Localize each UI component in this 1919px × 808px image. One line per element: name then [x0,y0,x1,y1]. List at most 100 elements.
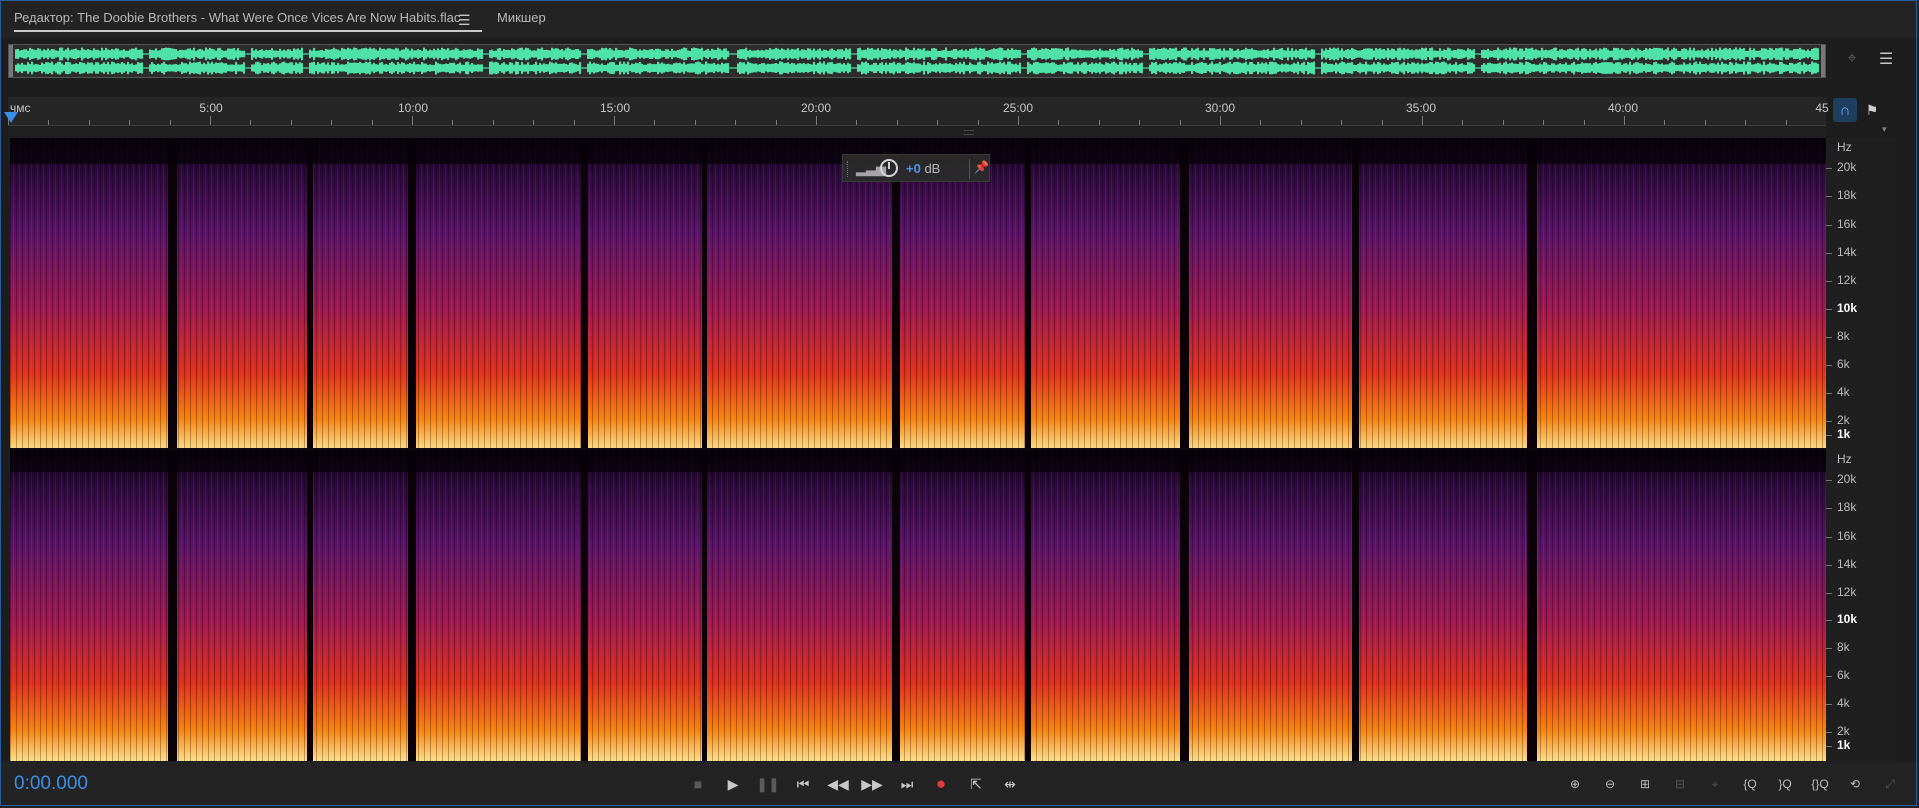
loop-icon[interactable]: ⇱ [962,772,990,796]
waveform-sample [1547,64,1549,72]
waveform-sample [1019,49,1021,59]
waveform-sample [1063,62,1065,75]
chevron-down-icon[interactable]: ▾ [1882,124,1887,135]
waveform-sample [227,64,229,72]
waveform-sample [1175,47,1177,61]
waveform-sample [1315,53,1317,55]
waveform-sample [105,47,107,61]
zoom-full-icon[interactable]: ⌖ [1700,772,1730,796]
waveform-sample [767,49,769,59]
waveform-sample [1573,61,1575,75]
waveform-sample [217,63,219,73]
zoom-out-amplitude-icon[interactable]: ⊖ [1595,772,1625,796]
spectrogram-left-channel[interactable] [10,138,1826,450]
zoom-out-time-icon[interactable]: ⊟ [1665,772,1695,796]
panel-menu-icon[interactable]: ☰ [458,12,471,29]
waveform-sample [1599,63,1601,73]
reset-zoom-icon[interactable]: ⟲ [1840,772,1870,796]
waveform-sample [1083,62,1085,74]
volume-knob-icon[interactable] [880,159,898,177]
zoom-full-out-icon[interactable]: ⤢ [1875,772,1905,796]
tab-mixer[interactable]: Микшер [497,10,546,25]
stop-icon[interactable]: ■ [684,772,712,796]
hud-db-readout[interactable]: +0 dB [906,161,940,176]
ruler-tick [129,120,130,125]
pause-icon[interactable]: ❚❚ [754,772,782,796]
track-list-icon[interactable]: ☰ [1875,48,1897,70]
waveform-sample [1441,50,1443,58]
zoom-in-time-icon[interactable]: ⊞ [1630,772,1660,796]
waveform-sample [183,50,185,58]
hz-label: 12k [1837,273,1857,287]
waveform-sample [1125,49,1127,59]
pin-icon[interactable]: 📌 [974,160,989,174]
waveform-sample [1719,47,1721,61]
go-to-start-icon[interactable]: ⏮ [789,772,817,796]
snap-icon[interactable]: ∩ [1833,98,1857,122]
waveform-sample [1597,50,1599,58]
waveform-sample [1813,62,1815,74]
zoom-to-selection-icon[interactable]: ⌖ [1841,48,1863,70]
waveform-sample [161,48,163,60]
waveform-sample [779,49,781,59]
waveform-sample [1435,61,1437,75]
waveform-sample [491,49,493,59]
waveform-sample [425,49,427,59]
waveform-sample [363,48,365,60]
fast-forward-icon[interactable]: ▶▶ [858,772,886,796]
waveform-sample [687,50,689,58]
waveform-sample [1765,48,1767,60]
waveform-sample [1009,61,1011,75]
waveform-sample [513,49,515,59]
play-icon[interactable]: ▶ [719,772,747,796]
go-to-end-icon[interactable]: ⏭ [893,772,921,796]
record-icon[interactable]: ● [927,772,955,796]
waveform-sample [323,62,325,74]
waveform-sample [1505,61,1507,75]
waveform-sample [535,50,537,58]
spectrogram-right-channel[interactable] [10,450,1826,761]
frequency-scale-right[interactable]: Hz 20k 18k 16k 14k 12k 10k 8k 6k 4k 2k 1k [1826,450,1896,761]
zoom-out-selection-icon[interactable]: }Q [1770,772,1800,796]
waveform-sample [1109,48,1111,59]
waveform-sample [1357,50,1359,58]
waveform-sample [159,64,161,72]
rewind-icon[interactable]: ◀◀ [824,772,852,796]
frequency-scale-left[interactable]: Hz 20k 18k 16k 14k 12k 10k 8k 6k 4k 2k 1k [1826,138,1896,450]
hud-grip[interactable] [847,161,851,177]
waveform-sample [257,61,259,75]
waveform-sample [317,62,319,74]
waveform-sample [1723,63,1725,73]
waveform-sample [1619,62,1621,74]
waveform-sample [1115,50,1117,58]
playhead-marker[interactable] [4,112,18,123]
waveform-sample [767,63,769,73]
waveform-sample [37,64,39,72]
marker-icon[interactable]: ⚑ [1860,98,1884,122]
vertical-zoom-strip[interactable]: ::::::: [8,126,1826,137]
waveform-sample [1335,62,1337,74]
waveform-sample [967,50,969,58]
waveform-sample [1137,64,1139,72]
zoom-in-selection-icon[interactable]: {Q [1735,772,1765,796]
tab-editor[interactable]: Редактор: The Doobie Brothers - What Wer… [14,10,483,32]
hz-label: 16k [1837,528,1857,543]
waveform-sample [1117,64,1119,72]
zoom-to-selection-icon[interactable]: {}Q [1805,772,1835,796]
waveform-sample [869,48,871,60]
waveform-sample [1227,50,1229,58]
overview-left-handle[interactable] [9,45,13,77]
time-ruler[interactable]: чмс 5:00 10:00 15:00 20:00 25:00 30:00 35:00 40… [8,97,1829,126]
waveform-sample [1005,50,1007,58]
waveform-sample [977,49,979,58]
grip-handle[interactable]: ::::::: [963,127,974,137]
waveform-sample [1301,48,1303,60]
overview-waveform[interactable] [8,44,1826,78]
waveform-sample [1493,63,1495,73]
zoom-in-amplitude-icon[interactable]: ⊕ [1560,772,1590,796]
hud-volume-control[interactable]: ▂▃▅ +0 dB 📌 [842,154,990,182]
skip-selection-icon[interactable]: ⇹ [996,772,1024,796]
timecode-display[interactable]: 0:00.000 [14,773,88,795]
waveform-sample [425,63,427,73]
overview-right-handle[interactable] [1821,45,1825,77]
